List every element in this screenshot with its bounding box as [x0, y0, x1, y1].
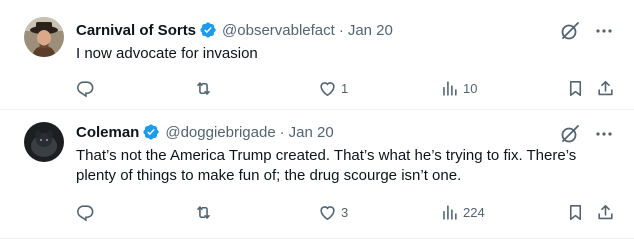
- like-button[interactable]: 1: [318, 78, 348, 98]
- views-icon: [440, 203, 459, 222]
- tweet[interactable]: Carnival of Sorts @observablefact · Jan …: [0, 0, 634, 110]
- more-icon[interactable]: [594, 124, 614, 144]
- like-count: 3: [341, 204, 349, 220]
- share-button[interactable]: [596, 202, 615, 222]
- author-name[interactable]: Coleman: [76, 124, 139, 141]
- top-actions: [560, 21, 614, 41]
- reply-icon: [76, 203, 95, 222]
- share-icon: [596, 79, 615, 98]
- retweet-button[interactable]: [194, 202, 217, 222]
- share-icon: [596, 203, 615, 222]
- bookmark-icon: [566, 79, 585, 98]
- avatar[interactable]: [24, 122, 64, 162]
- views-button[interactable]: 10: [440, 78, 477, 98]
- tweet-actions: 3 224: [76, 202, 616, 222]
- tweet-header: Carnival of Sorts @observablefact · Jan …: [76, 20, 393, 40]
- verified-badge-icon: [142, 123, 160, 141]
- author-handle[interactable]: @observablefact: [222, 22, 335, 39]
- reply-button[interactable]: [76, 78, 99, 98]
- author-handle[interactable]: @doggiebrigade: [165, 124, 275, 141]
- divider: [0, 238, 634, 239]
- verified-badge-icon: [199, 21, 217, 39]
- tweet-date[interactable]: Jan 20: [348, 22, 393, 39]
- bookmark-button[interactable]: [566, 78, 585, 98]
- reply-icon: [76, 79, 95, 98]
- retweet-icon: [194, 203, 213, 222]
- retweet-button[interactable]: [194, 78, 217, 98]
- more-icon[interactable]: [594, 21, 614, 41]
- avatar[interactable]: [24, 17, 64, 57]
- separator: ·: [279, 123, 285, 141]
- tweet[interactable]: Coleman @doggiebrigade · Jan 20 That’s n…: [0, 110, 634, 240]
- like-count: 1: [341, 80, 349, 96]
- views-count: 224: [463, 204, 485, 220]
- views-count: 10: [463, 80, 478, 96]
- tweet-text: I now advocate for invasion: [76, 45, 258, 62]
- bookmark-icon: [566, 203, 585, 222]
- tweet-date[interactable]: Jan 20: [289, 124, 334, 141]
- grok-icon[interactable]: [560, 124, 580, 144]
- separator: ·: [338, 21, 344, 39]
- bookmark-button[interactable]: [566, 202, 585, 222]
- reply-button[interactable]: [76, 202, 99, 222]
- like-icon: [318, 79, 337, 98]
- views-icon: [440, 79, 459, 98]
- tweet-header: Coleman @doggiebrigade · Jan 20: [76, 122, 334, 142]
- views-button[interactable]: 224: [440, 202, 485, 222]
- like-button[interactable]: 3: [318, 202, 348, 222]
- like-icon: [318, 203, 337, 222]
- tweet-text: That’s not the America Trump created. Th…: [76, 147, 577, 184]
- share-button[interactable]: [596, 78, 615, 98]
- author-name[interactable]: Carnival of Sorts: [76, 22, 196, 39]
- tweet-actions: 1 10: [76, 78, 616, 98]
- top-actions: [560, 124, 614, 144]
- grok-icon[interactable]: [560, 21, 580, 41]
- retweet-icon: [194, 79, 213, 98]
